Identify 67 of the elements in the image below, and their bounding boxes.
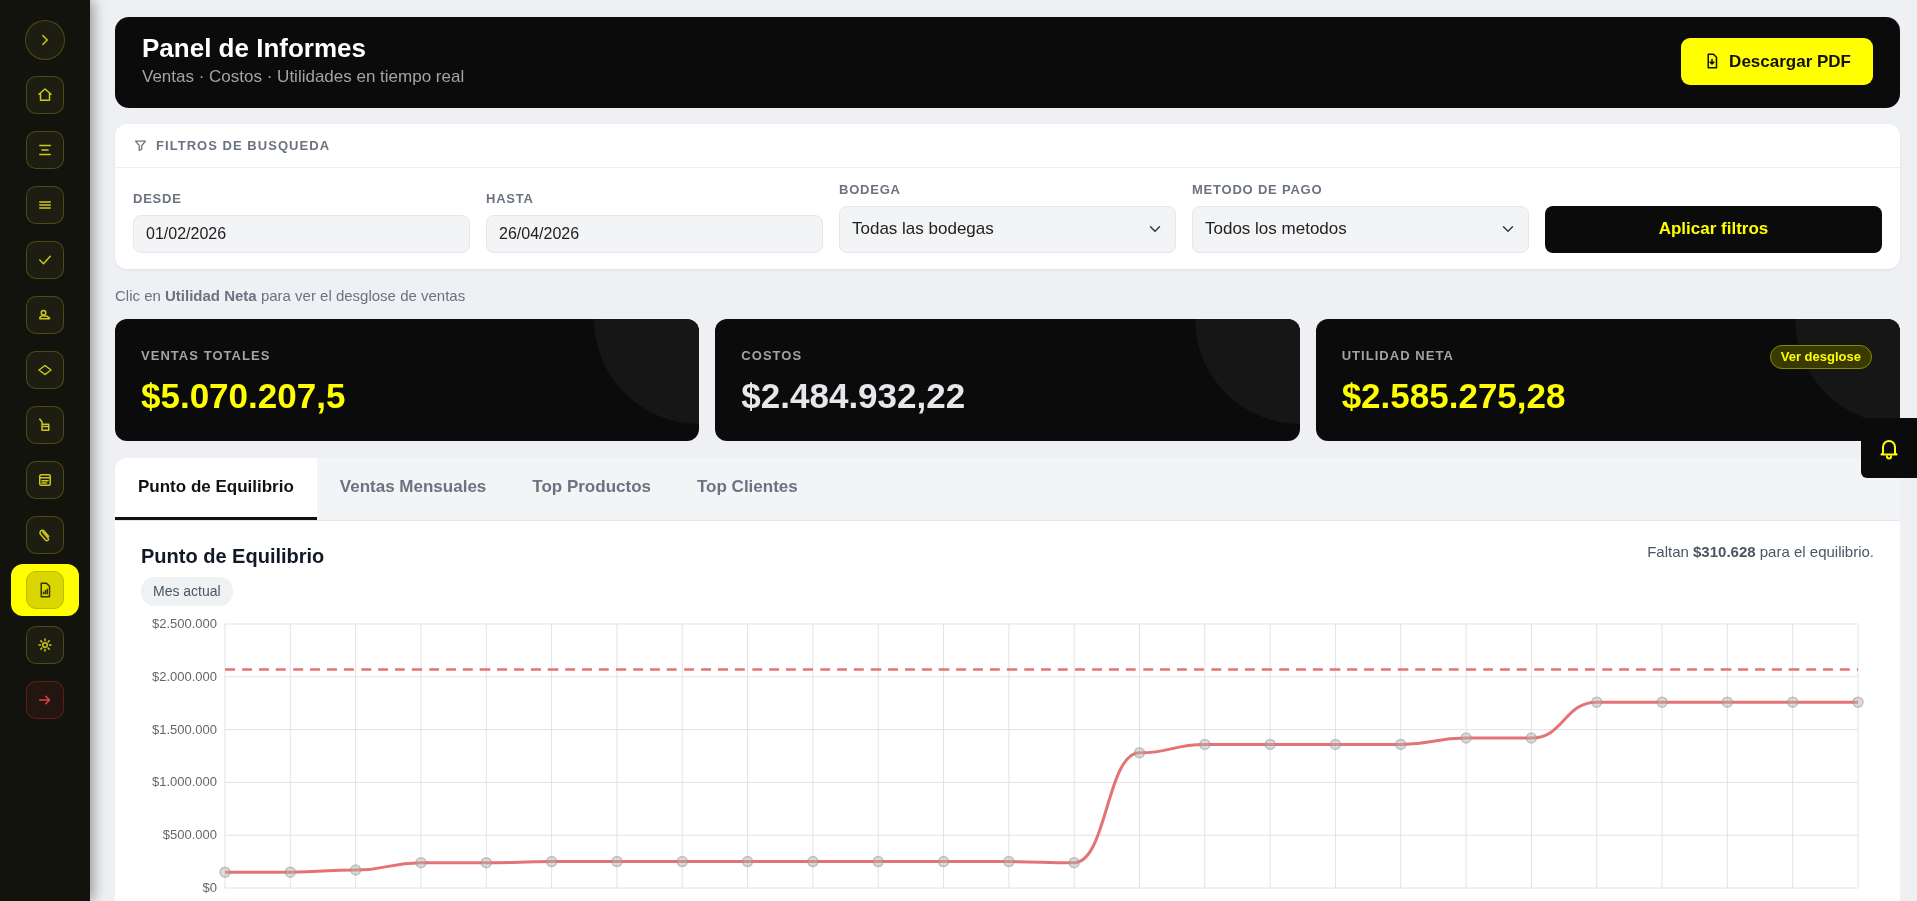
y-axis-label: $1.500.000 [151,721,217,737]
breakeven-note: Faltan $310.628 para el equilibrio. [1647,541,1874,562]
data-point [872,855,884,868]
data-point [1068,856,1080,869]
chart-title: Punto de Equilibrio [141,543,325,569]
data-point [1590,696,1603,708]
sidebar-item[interactable] [26,570,64,609]
data-point [1852,696,1864,708]
logout-button[interactable] [26,680,64,719]
data-point [611,855,623,868]
date-field[interactable]: 01/02/2026 [133,214,470,253]
data-point [284,866,297,878]
y-axis-label: $2.500.000 [151,615,217,631]
data-point [1460,732,1472,744]
sidebar-toggle[interactable] [25,19,65,60]
data-point [349,864,362,876]
data-point [937,855,950,868]
tab[interactable]: Top Clientes [674,458,821,520]
tab[interactable]: Ventas Mensuales [316,458,510,520]
page-subtitle: Ventas · Costos · Utilidades en tiempo real [142,66,465,89]
download-pdf-button[interactable]: Descargar PDF [1681,37,1873,86]
data-point [1786,696,1799,708]
data-point [415,856,427,869]
tab[interactable]: Top Productos [509,458,674,520]
page-title: Panel de Informes [142,33,367,65]
data-point [1133,746,1146,759]
data-point [1199,738,1211,750]
tab[interactable]: Punto de Equilibrio [115,458,317,520]
data-point [1656,696,1668,708]
field-label: HASTA [486,190,535,209]
y-axis-label: $0 [202,879,217,895]
data-point [1329,738,1342,750]
breakdown-button[interactable]: Ver desglose [1769,345,1872,369]
y-axis-label: $500.000 [162,826,217,842]
home-icon [36,85,54,104]
stat-label: UTILIDAD NETA [1341,347,1454,366]
date-field[interactable]: 26/04/2026 [486,214,823,253]
data-point [219,866,231,878]
data-point [676,855,688,868]
data-point [807,855,819,868]
data-point [480,856,493,869]
data-point [741,855,754,868]
data-point [1003,855,1015,868]
data-point [1721,696,1734,708]
stat-value: $5.070.207,5 [141,377,347,416]
field-label: BODEGA [839,181,902,200]
apply-filters-button[interactable]: Aplicar filtros [1545,205,1882,253]
y-axis-label: $2.000.000 [151,668,217,684]
data-point [545,855,558,868]
stat-value: $2.585.275,28 [1341,377,1567,416]
sun-icon [36,635,54,654]
stat-value: $2.484.932,22 [741,377,967,416]
data-point [1525,732,1538,744]
dropdown-field[interactable]: Todas las bodegas [839,205,1176,253]
stat-label: VENTAS TOTALES [141,347,271,366]
field-label: DESDE [133,190,183,209]
y-axis-label: $1.000.000 [151,774,217,790]
period-badge: Mes actual [141,576,233,606]
filter-icon [133,137,148,153]
filters-title: FILTROS DE BUSQUEDA [156,136,331,155]
dropdown-field[interactable]: Todos los metodos [1192,205,1529,253]
hint-text: Clic en Utilidad Neta para ver el desglose de ventas [115,285,467,306]
data-point [1264,738,1276,750]
stat-label: COSTOS [741,347,803,366]
field-label: METODO DE PAGO [1192,181,1324,200]
data-point [1395,738,1407,750]
notifications-button[interactable] [1861,418,1917,478]
